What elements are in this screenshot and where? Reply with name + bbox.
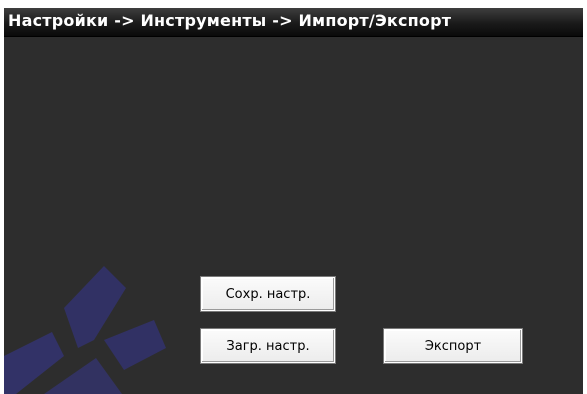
load-settings-button[interactable]: Загр. настр. <box>200 328 336 364</box>
export-button[interactable]: Экспорт <box>383 328 523 364</box>
title-bar: Настройки -> Инструменты -> Импорт/Экспо… <box>4 8 583 37</box>
page-title: Настройки -> Инструменты -> Импорт/Экспо… <box>8 11 452 30</box>
save-settings-button[interactable]: Сохр. настр. <box>200 276 336 312</box>
watermark-logo <box>4 266 166 394</box>
app-frame: Настройки -> Инструменты -> Импорт/Экспо… <box>0 0 587 394</box>
settings-panel: Настройки -> Инструменты -> Импорт/Экспо… <box>4 8 583 394</box>
